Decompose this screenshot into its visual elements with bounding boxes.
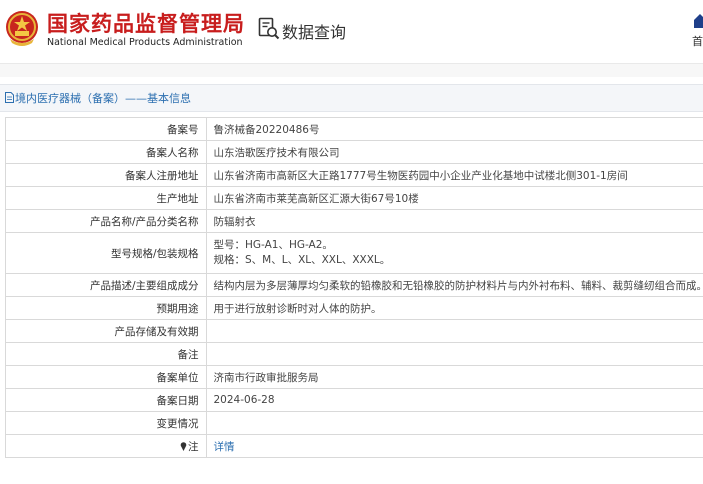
table-row: 备案人注册地址 山东省济南市高新区大正路1777号生物医药园中小企业产业化基地中… [5, 163, 703, 187]
record-detail-table: 备案号 鲁济械备20220486号 备案人名称 山东浩歌医疗技术有限公司 备案人… [5, 117, 703, 458]
pin-icon [180, 441, 187, 451]
field-value: 2024-06-28 [205, 388, 703, 412]
field-value: 山东浩歌医疗技术有限公司 [205, 140, 703, 164]
field-label: 变更情况 [5, 411, 207, 435]
document-search-icon[interactable] [258, 17, 280, 41]
field-value: 山东省济南市莱芜高新区汇源大街67号10楼 [205, 186, 703, 210]
field-label: 备案日期 [5, 388, 207, 412]
field-label: 型号规格/包装规格 [5, 232, 207, 274]
field-value [205, 319, 703, 343]
table-row: 产品描述/主要组成成分 结构内层为多层薄厚均匀柔软的铅橡胶和无铅橡胶的防护材料片… [5, 273, 703, 297]
org-name-en: National Medical Products Administration [47, 37, 243, 48]
details-link[interactable]: 详情 [214, 441, 235, 453]
field-value: 济南市行政审批服务局 [205, 365, 703, 389]
breadcrumb: 境内医疗器械（备案）——基本信息 [0, 84, 703, 112]
field-value [205, 411, 703, 435]
model-line: 型号：HG-A1、HG-A2。 [213, 239, 333, 251]
home-icon[interactable] [693, 13, 703, 29]
field-label: 生产地址 [5, 186, 207, 210]
field-value: 用于进行放射诊断时对人体的防护。 [205, 296, 703, 320]
field-label: 产品存储及有效期 [5, 319, 207, 343]
field-label: 产品名称/产品分类名称 [5, 209, 207, 233]
table-row: 注 详情 [5, 434, 703, 458]
field-value: 型号：HG-A1、HG-A2。 规格：S、M、L、XL、XXL、XXXL。 [205, 232, 703, 274]
table-row: 生产地址 山东省济南市莱芜高新区汇源大街67号10楼 [5, 186, 703, 210]
field-label: 产品描述/主要组成成分 [5, 273, 207, 297]
field-label: 备案人注册地址 [5, 163, 207, 187]
field-value: 结构内层为多层薄厚均匀柔软的铅橡胶和无铅橡胶的防护材料片与内外衬布料、辅料、裁剪… [205, 273, 703, 297]
spec-line: 规格：S、M、L、XL、XXL、XXXL。 [213, 254, 391, 266]
field-value: 详情 [205, 434, 703, 458]
field-value: 山东省济南市高新区大正路1777号生物医药园中小企业产业化基地中试楼北侧301-… [205, 163, 703, 187]
field-label: 备案号 [5, 117, 207, 141]
table-row: 备案单位 济南市行政审批服务局 [5, 365, 703, 389]
table-row: 备案号 鲁济械备20220486号 [5, 117, 703, 141]
document-icon [5, 92, 14, 103]
table-row: 备案人名称 山东浩歌医疗技术有限公司 [5, 140, 703, 164]
table-row: 变更情况 [5, 411, 703, 435]
field-value [205, 342, 703, 366]
table-row: 产品存储及有效期 [5, 319, 703, 343]
field-label: 注 [5, 434, 207, 458]
field-label: 备注 [5, 342, 207, 366]
table-row: 预期用途 用于进行放射诊断时对人体的防护。 [5, 296, 703, 320]
note-label: 注 [188, 440, 199, 453]
site-header: 国家药品监督管理局 National Medical Products Admi… [0, 0, 703, 62]
field-value: 鲁济械备20220486号 [205, 117, 703, 141]
header-divider [0, 63, 703, 77]
field-label: 备案人名称 [5, 140, 207, 164]
field-label: 预期用途 [5, 296, 207, 320]
table-row: 型号规格/包装规格 型号：HG-A1、HG-A2。 规格：S、M、L、XL、XX… [5, 232, 703, 274]
home-link[interactable]: 首 [692, 33, 703, 49]
data-query-link[interactable]: 数据查询 [282, 19, 346, 43]
field-value: 防辐射衣 [205, 209, 703, 233]
breadcrumb-text: 境内医疗器械（备案）——基本信息 [15, 92, 191, 105]
field-label: 备案单位 [5, 365, 207, 389]
table-row: 备注 [5, 342, 703, 366]
org-name-cn: 国家药品监督管理局 [47, 12, 245, 36]
national-emblem-icon [6, 11, 38, 46]
table-row: 备案日期 2024-06-28 [5, 388, 703, 412]
table-row: 产品名称/产品分类名称 防辐射衣 [5, 209, 703, 233]
